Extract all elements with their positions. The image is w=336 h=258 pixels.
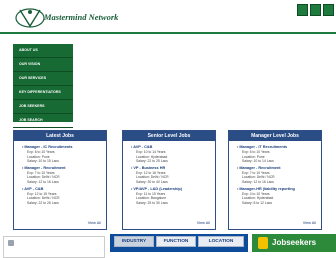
nav-item-job-search[interactable]: JOB SEARCH: [13, 114, 73, 128]
senior-level-jobs-panel: Senior Level Jobs AVP - C&B Exp: 10 to 1…: [122, 130, 216, 230]
panel-title: Manager Level Jobs: [229, 131, 321, 141]
latest-jobs-panel: Latest Jobs Manager - IC Recruitments Ex…: [13, 130, 107, 230]
nav-item-key-differentiators[interactable]: KEY DIFFERENTIATORS: [13, 86, 73, 100]
manager-level-jobs-panel: Manager Level Jobs Manager - IT Recruitm…: [228, 130, 322, 230]
tab-location[interactable]: LOCATION: [198, 236, 244, 247]
job-listing: VP - Business HR Exp: 12 to 16 Years Loc…: [131, 166, 215, 185]
panel-title: Latest Jobs: [14, 131, 106, 141]
brand-name: Mastermind Network: [44, 12, 119, 22]
job-salary: Salary: 12 to 16 Lacs: [27, 179, 59, 184]
main-navigation: ABOUT US OUR VISION OUR SERVICES KEY DIF…: [13, 44, 73, 128]
job-salary: Salary: 30 to 40 Lacs: [136, 179, 168, 184]
view-all-link[interactable]: View All: [88, 221, 101, 225]
job-search-tabs: INDUSTRY FUNCTION LOCATION: [110, 234, 248, 252]
job-listing: Manager - IT Recruitments Exp: 6 to 10 Y…: [237, 145, 321, 164]
job-listing: Manager - IC Recruitments Exp: 6 to 10 Y…: [22, 145, 106, 164]
top-button-1[interactable]: [297, 4, 308, 16]
jobseekers-banner[interactable]: Jobseekers: [252, 234, 336, 252]
job-listing: AVP - C&B Exp: 12 to 15 Years Location: …: [22, 187, 106, 206]
job-listing: Manager - Recruitment Exp: 7 to 10 Years…: [22, 166, 106, 185]
job-listing: Manager-HR (liability reporting Exp: 4 t…: [237, 187, 321, 206]
jobseeker-icon: [258, 236, 268, 249]
jobseekers-label: Jobseekers: [272, 238, 317, 247]
job-listing: VP/AVP - L&D (Leadership) Exp: 11 to 15 …: [131, 187, 215, 206]
tab-industry[interactable]: INDUSTRY: [114, 236, 154, 247]
job-listing: AVP - C&B Exp: 10 to 14 Years Location: …: [131, 145, 215, 164]
nav-item-job-seekers[interactable]: JOB SEEKERS: [13, 100, 73, 114]
job-listing: Manager - Recruitment Exp: 7 to 10 Years…: [237, 166, 321, 185]
logo-emblem-icon: [15, 8, 45, 28]
view-all-link[interactable]: View All: [303, 221, 316, 225]
header-divider: [0, 32, 336, 34]
bottom-left-icon: [8, 240, 14, 246]
top-button-3[interactable]: [323, 4, 334, 16]
job-salary: Salary: 10 to 15 Lacs: [27, 159, 59, 164]
job-salary: Salary: 12 to 16 Lacs: [242, 179, 274, 184]
top-buttons: [297, 4, 334, 16]
nav-item-our-services[interactable]: OUR SERVICES: [13, 72, 73, 86]
nav-item-about-us[interactable]: ABOUT US: [13, 44, 73, 58]
nav-item-our-vision[interactable]: OUR VISION: [13, 58, 73, 72]
view-all-link[interactable]: View All: [197, 221, 210, 225]
bottom-left-box: [3, 236, 105, 258]
job-salary: Salary: 10 to 14 Lacs: [242, 159, 274, 164]
job-salary: Salary: 22 to 26 Lacs: [27, 200, 59, 205]
job-salary: Salary: 22 to 25 Lacs: [136, 159, 168, 164]
job-salary: Salary: 8 to 12 Lacs: [242, 200, 272, 205]
tab-function[interactable]: FUNCTION: [156, 236, 196, 247]
top-button-2[interactable]: [310, 4, 321, 16]
panel-title: Senior Level Jobs: [123, 131, 215, 141]
job-salary: Salary: 25 to 30 Lacs: [136, 200, 168, 205]
